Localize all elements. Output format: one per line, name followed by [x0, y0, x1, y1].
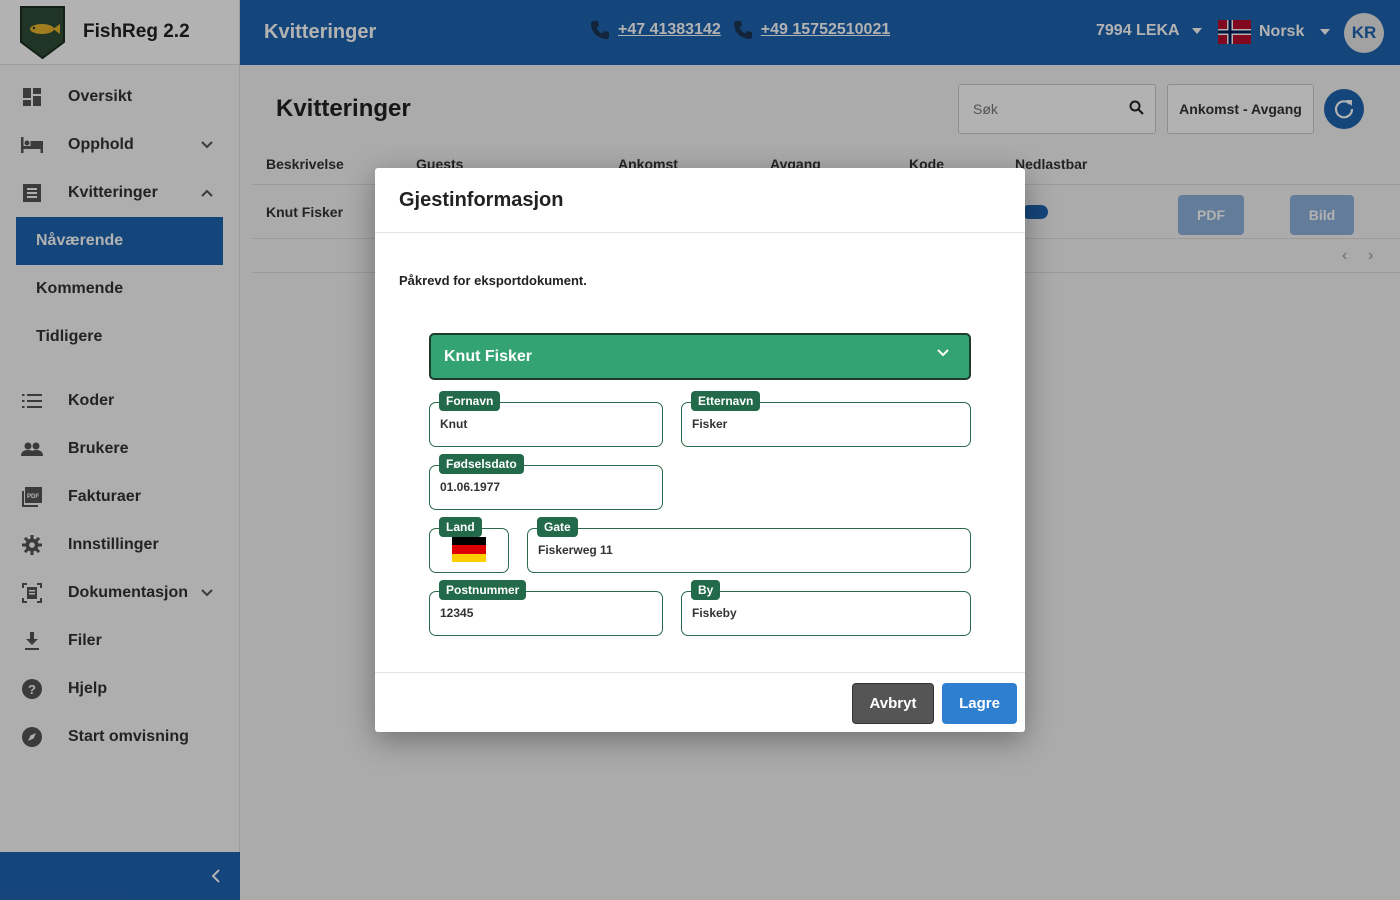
field-label: Etternavn [691, 391, 761, 411]
guest-info-dialog: Gjestinformasjon Påkrevd for eksportdoku… [375, 168, 1025, 732]
chevron-down-icon [937, 349, 949, 357]
field-label: Fornavn [439, 391, 501, 411]
save-button[interactable]: Lagre [942, 683, 1017, 724]
guest-select[interactable]: Knut Fisker [429, 333, 971, 380]
field-label: Fødselsdato [439, 454, 524, 474]
guest-select-value: Knut Fisker [444, 347, 533, 365]
postnummer-field[interactable]: Postnummer 12345 [429, 580, 663, 636]
field-label: Land [439, 517, 482, 537]
field-value: Fiskerweg 11 [538, 543, 613, 557]
by-field[interactable]: By Fiskeby [681, 580, 971, 636]
field-label: Postnummer [439, 580, 527, 600]
field-label: By [691, 580, 721, 600]
cancel-button[interactable]: Avbryt [852, 683, 934, 724]
germany-flag-icon [452, 537, 486, 562]
land-field[interactable]: Land [429, 517, 509, 573]
fornavn-field[interactable]: Fornavn Knut [429, 391, 663, 447]
field-value: Knut [440, 417, 468, 431]
field-value: Fiskeby [692, 606, 737, 620]
field-label: Gate [537, 517, 578, 537]
dialog-title: Gjestinformasjon [375, 168, 1025, 233]
dialog-footer: Avbryt Lagre [375, 672, 1025, 732]
dialog-subtitle: Påkrevd for eksportdokument. [399, 273, 587, 288]
field-value: 12345 [440, 606, 474, 620]
etternavn-field[interactable]: Etternavn Fisker [681, 391, 971, 447]
fodselsdato-field[interactable]: Fødselsdato 01.06.1977 [429, 454, 663, 510]
gate-field[interactable]: Gate Fiskerweg 11 [527, 517, 971, 573]
field-value: Fisker [692, 417, 728, 431]
field-value: 01.06.1977 [440, 480, 501, 494]
